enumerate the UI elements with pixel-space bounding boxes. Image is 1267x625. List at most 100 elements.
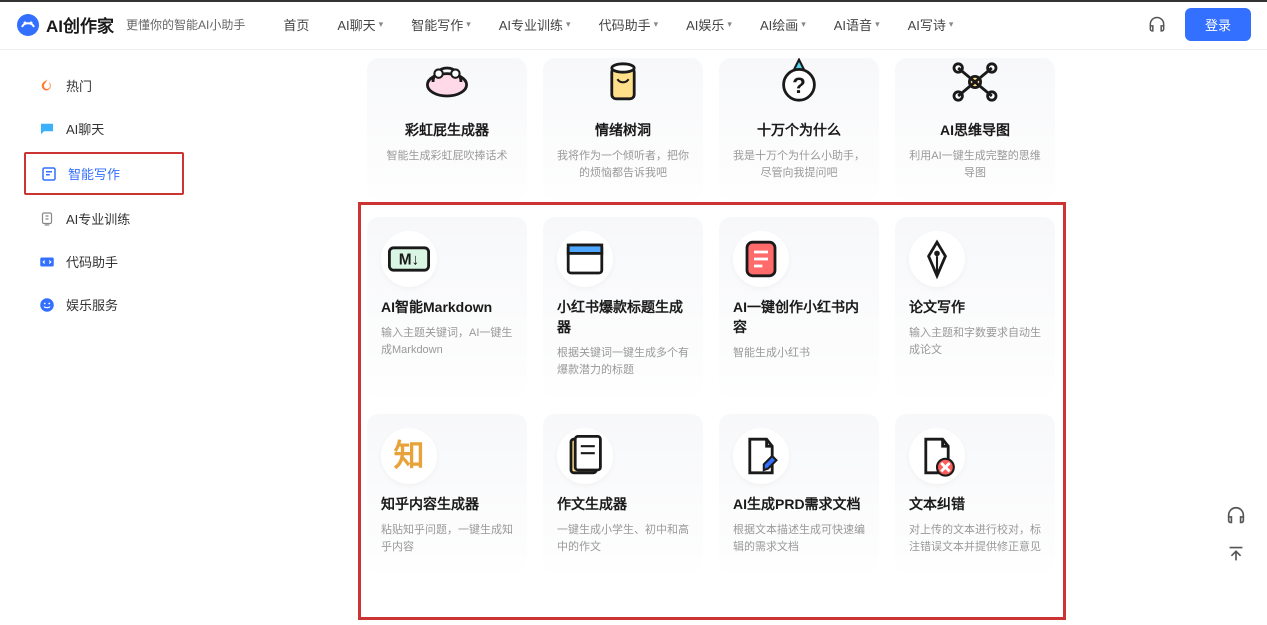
card-title: 知乎内容生成器 <box>381 494 479 514</box>
card-desc: 输入主题关键词，AI一键生成Markdown <box>381 325 513 358</box>
headset-float-icon[interactable] <box>1225 505 1247 527</box>
sidebar-item-label: 热门 <box>66 76 92 95</box>
sidebar-item-hot[interactable]: 热门 <box>24 66 184 105</box>
chevron-down-icon: ▾ <box>875 19 880 30</box>
write-icon <box>40 165 58 183</box>
svg-text:M↓: M↓ <box>399 252 420 269</box>
app-header: AI创作家 更懂你的智能AI小助手 首页 AI聊天▾ 智能写作▾ AI专业训练▾… <box>0 0 1267 50</box>
card-thesis[interactable]: 论文写作 输入主题和字数要求自动生成论文 <box>895 217 1055 396</box>
nav-item-draw[interactable]: AI绘画▾ <box>760 15 806 34</box>
card-title: 小红书爆款标题生成器 <box>557 297 689 337</box>
card-essay[interactable]: 作文生成器 一键生成小学生、初中和高中的作文 <box>543 414 703 573</box>
card-desc: 智能生成彩虹屁吹捧话术 <box>387 148 508 165</box>
card-emotion[interactable]: 情绪树洞 我将作为一个倾听者，把你的烦恼都告诉我吧 <box>543 58 703 199</box>
doc-icon <box>557 428 613 484</box>
cloud-icon <box>419 58 475 110</box>
header-right: 登录 <box>1147 8 1251 41</box>
sidebar-item-train[interactable]: AI专业训练 <box>24 199 184 238</box>
card-prd[interactable]: AI生成PRD需求文档 根据文本描述生成可快速编辑的需求文档 <box>719 414 879 573</box>
card-desc: 我将作为一个倾听者，把你的烦恼都告诉我吧 <box>557 148 689 181</box>
headset-icon[interactable] <box>1147 15 1167 35</box>
card-markdown[interactable]: M↓ AI智能Markdown 输入主题关键词，AI一键生成Markdown <box>367 217 527 396</box>
nav-item-entertain[interactable]: AI娱乐▾ <box>686 15 732 34</box>
category-sidebar: 热门 AI聊天 智能写作 AI专业训练 代码助手 娱乐服务 <box>0 58 215 625</box>
code-icon <box>38 253 56 271</box>
card-mindmap[interactable]: AI思维导图 利用AI一键生成完整的思维导图 <box>895 58 1055 199</box>
question-icon: ? <box>771 58 827 110</box>
main-content: 热门 AI聊天 智能写作 AI专业训练 代码助手 娱乐服务 <box>0 50 1267 625</box>
card-title: AI思维导图 <box>940 120 1010 140</box>
cards-area: 彩虹屁生成器 智能生成彩虹屁吹捧话术 情绪树洞 我将作为一个倾听者，把你的烦恼都… <box>215 58 1267 625</box>
card-row-bot: 知 知乎内容生成器 粘贴知乎问题，一键生成知乎内容 作文生成器 一键生成小学生、… <box>367 414 1249 573</box>
card-title: 情绪树洞 <box>595 120 651 140</box>
svg-text:?: ? <box>792 73 806 98</box>
card-desc: 利用AI一键生成完整的思维导图 <box>909 148 1041 181</box>
sidebar-item-label: 代码助手 <box>66 252 118 271</box>
login-button[interactable]: 登录 <box>1185 8 1251 41</box>
card-zhihu[interactable]: 知 知乎内容生成器 粘贴知乎问题，一键生成知乎内容 <box>367 414 527 573</box>
top-nav: 首页 AI聊天▾ 智能写作▾ AI专业训练▾ 代码助手▾ AI娱乐▾ AI绘画▾… <box>283 15 953 34</box>
brand-logo-icon <box>16 13 40 37</box>
nav-item-poem[interactable]: AI写诗▾ <box>908 15 954 34</box>
chevron-down-icon: ▾ <box>466 19 471 30</box>
chevron-down-icon: ▾ <box>654 19 659 30</box>
card-row-top: 彩虹屁生成器 智能生成彩虹屁吹捧话术 情绪树洞 我将作为一个倾听者，把你的烦恼都… <box>367 58 1249 199</box>
card-row-mid: M↓ AI智能Markdown 输入主题关键词，AI一键生成Markdown 小… <box>367 217 1249 396</box>
sidebar-item-label: 娱乐服务 <box>66 295 118 314</box>
sidebar-item-label: AI专业训练 <box>66 209 130 228</box>
nav-item-voice[interactable]: AI语音▾ <box>834 15 880 34</box>
sidebar-item-label: 智能写作 <box>68 164 120 183</box>
brand-name: AI创作家 <box>46 12 114 37</box>
nav-item-chat[interactable]: AI聊天▾ <box>337 15 383 34</box>
svg-text:知: 知 <box>394 438 425 473</box>
sidebar-item-write[interactable]: 智能写作 <box>24 152 184 195</box>
sidebar-item-label: AI聊天 <box>66 119 104 138</box>
card-desc: 根据关键词一键生成多个有爆款潜力的标题 <box>557 345 689 378</box>
card-xhs-content[interactable]: AI一键创作小红书内容 智能生成小红书 <box>719 217 879 396</box>
flame-icon <box>38 77 56 95</box>
nav-item-code[interactable]: 代码助手▾ <box>599 15 659 34</box>
file-error-icon <box>909 428 965 484</box>
card-rainbow[interactable]: 彩虹屁生成器 智能生成彩虹屁吹捧话术 <box>367 58 527 199</box>
chevron-down-icon: ▾ <box>566 19 571 30</box>
nav-item-write[interactable]: 智能写作▾ <box>411 15 471 34</box>
markdown-icon: M↓ <box>381 231 437 287</box>
card-title: 作文生成器 <box>557 494 627 514</box>
chevron-down-icon: ▾ <box>949 19 954 30</box>
cup-icon <box>595 58 651 110</box>
card-desc: 对上传的文本进行校对，标注错误文本并提供修正意见 <box>909 522 1041 555</box>
card-desc: 粘贴知乎问题，一键生成知乎内容 <box>381 522 513 555</box>
card-title: AI生成PRD需求文档 <box>733 494 861 514</box>
card-xhs-title[interactable]: 小红书爆款标题生成器 根据关键词一键生成多个有爆款潜力的标题 <box>543 217 703 396</box>
card-correct[interactable]: 文本纠错 对上传的文本进行校对，标注错误文本并提供修正意见 <box>895 414 1055 573</box>
brand-logo[interactable]: AI创作家 <box>16 12 114 37</box>
float-actions <box>1225 505 1247 565</box>
chevron-down-icon: ▾ <box>379 19 384 30</box>
chevron-down-icon: ▾ <box>801 19 806 30</box>
sidebar-item-fun[interactable]: 娱乐服务 <box>24 285 184 324</box>
card-desc: 输入主题和字数要求自动生成论文 <box>909 325 1041 358</box>
card-desc: 智能生成小红书 <box>733 345 810 362</box>
card-desc: 根据文本描述生成可快速编辑的需求文档 <box>733 522 865 555</box>
card-title: 文本纠错 <box>909 494 965 514</box>
back-to-top-icon[interactable] <box>1225 543 1247 565</box>
card-title: 彩虹屁生成器 <box>405 120 489 140</box>
nav-item-train[interactable]: AI专业训练▾ <box>499 15 571 34</box>
smile-icon <box>38 296 56 314</box>
note-icon <box>733 231 789 287</box>
card-title: 十万个为什么 <box>757 120 841 140</box>
pen-icon <box>909 231 965 287</box>
card-why[interactable]: ? 十万个为什么 我是十万个为什么小助手，尽管向我提问吧 <box>719 58 879 199</box>
card-desc: 一键生成小学生、初中和高中的作文 <box>557 522 689 555</box>
train-icon <box>38 210 56 228</box>
mindmap-icon <box>947 58 1003 110</box>
card-desc: 我是十万个为什么小助手，尽管向我提问吧 <box>733 148 865 181</box>
chat-icon <box>38 120 56 138</box>
sidebar-item-chat[interactable]: AI聊天 <box>24 109 184 148</box>
chevron-down-icon: ▾ <box>727 19 732 30</box>
zhihu-icon: 知 <box>381 428 437 484</box>
card-title: AI智能Markdown <box>381 297 492 317</box>
window-icon <box>557 231 613 287</box>
sidebar-item-code[interactable]: 代码助手 <box>24 242 184 281</box>
nav-item-home[interactable]: 首页 <box>283 15 309 34</box>
